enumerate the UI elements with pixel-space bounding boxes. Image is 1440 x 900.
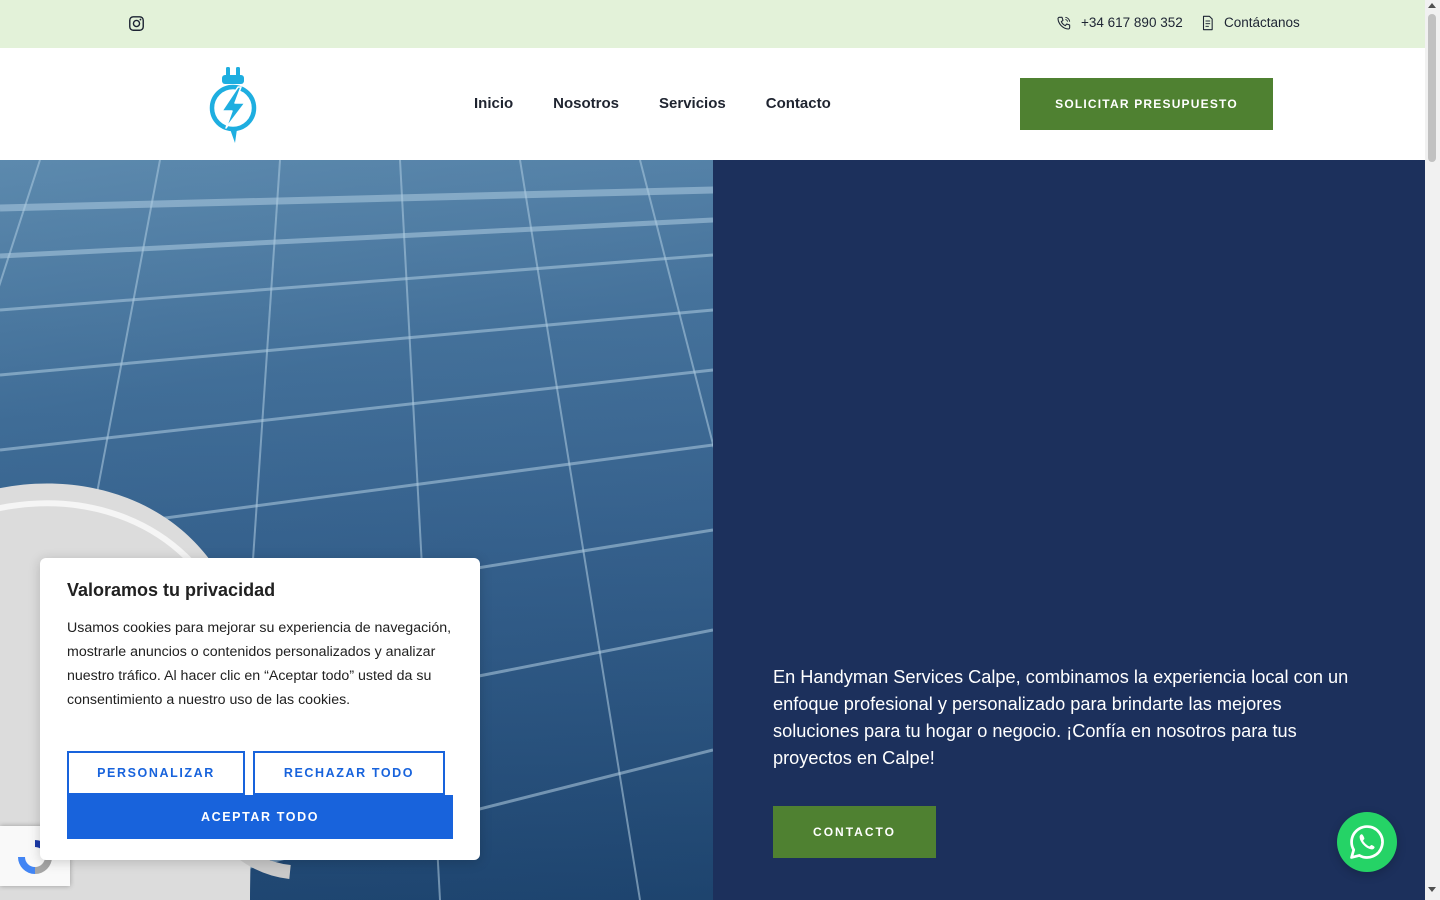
scroll-up-arrow-icon[interactable]: [1428, 3, 1436, 8]
instagram-icon[interactable]: [128, 15, 145, 32]
contact-label: Contáctanos: [1224, 15, 1300, 30]
top-contact-bar: +34 617 890 352 Contáctanos: [0, 0, 1425, 48]
phone-icon: [1057, 16, 1071, 30]
nav-item-inicio[interactable]: Inicio: [474, 94, 513, 114]
phone-number: +34 617 890 352: [1081, 15, 1183, 30]
scrollbar-thumb[interactable]: [1428, 14, 1436, 162]
nav-item-servicios[interactable]: Servicios: [659, 94, 726, 114]
whatsapp-icon: [1350, 825, 1384, 859]
customize-cookies-button[interactable]: PERSONALIZAR: [67, 751, 245, 795]
request-quote-button[interactable]: SOLICITAR PRESUPUESTO: [1020, 78, 1273, 130]
nav-item-contacto[interactable]: Contacto: [766, 94, 831, 114]
scroll-down-arrow-icon[interactable]: [1428, 887, 1436, 892]
cookie-consent-panel: Valoramos tu privacidad Usamos cookies p…: [40, 558, 480, 860]
cookie-description: Usamos cookies para mejorar su experienc…: [67, 620, 452, 708]
nav-item-nosotros[interactable]: Nosotros: [553, 94, 619, 114]
electric-plug-bolt-logo[interactable]: [205, 65, 261, 145]
site-header: Inicio Nosotros Servicios Contacto SOLIC…: [0, 48, 1425, 160]
hero-text-panel: [713, 160, 1425, 900]
whatsapp-chat-button[interactable]: [1337, 812, 1397, 872]
main-nav: Inicio Nosotros Servicios Contacto: [474, 94, 831, 114]
hero-description: En Handyman Services Calpe, combinamos l…: [773, 667, 1349, 768]
cookie-title: Valoramos tu privacidad: [67, 580, 276, 600]
hero-contact-button[interactable]: CONTACTO: [773, 806, 936, 858]
accept-all-cookies-button[interactable]: ACEPTAR TODO: [67, 795, 453, 839]
page-scrollbar[interactable]: [1425, 0, 1440, 900]
phone-link[interactable]: +34 617 890 352: [1056, 14, 1183, 32]
contact-link[interactable]: Contáctanos: [1200, 14, 1300, 32]
document-icon: [1202, 15, 1213, 31]
reject-all-cookies-button[interactable]: RECHAZAR TODO: [253, 751, 445, 795]
